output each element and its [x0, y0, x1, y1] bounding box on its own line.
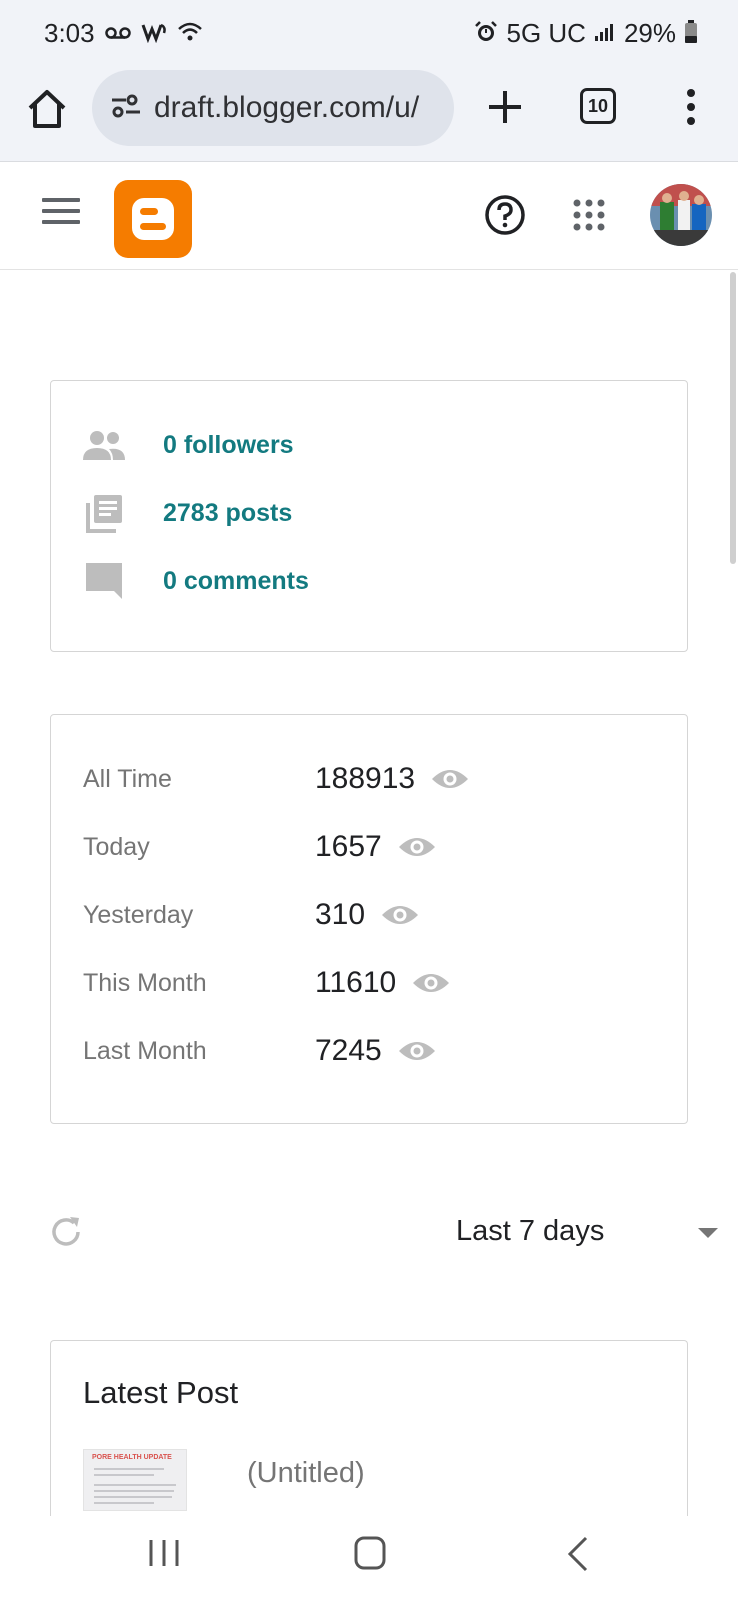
status-time: 3:03 — [44, 18, 95, 48]
stat-row-this-month: This Month 11610 — [83, 963, 663, 1003]
voicemail-icon — [104, 24, 131, 44]
pageviews-stats-card: All Time 188913 Today 1657 Yesterday 310… — [50, 714, 688, 1124]
posts-icon — [81, 493, 127, 533]
posts-row[interactable]: 2783 posts — [81, 493, 292, 533]
dropdown-caret-icon[interactable] — [698, 1228, 718, 1238]
blogger-logo[interactable] — [114, 180, 192, 258]
tab-count: 10 — [587, 95, 609, 116]
blogger-header — [0, 162, 738, 270]
blog-counts-card: 0 followers 2783 posts 0 comments — [50, 380, 688, 652]
address-bar[interactable]: draft.blogger.com/u/ — [92, 70, 454, 146]
status-left: 3:03 — [44, 18, 203, 49]
eye-icon — [398, 1042, 435, 1060]
account-avatar[interactable] — [650, 184, 712, 246]
menu-icon[interactable] — [42, 198, 80, 228]
stat-value: 1657 — [315, 830, 382, 863]
eye-icon — [432, 770, 469, 788]
google-apps-icon[interactable] — [572, 198, 606, 232]
eye-icon — [382, 906, 419, 924]
eye-icon — [413, 974, 450, 992]
posts-count[interactable]: 2783 posts — [163, 499, 292, 528]
thumbnail-caption: PORE HEALTH UPDATE — [92, 1454, 172, 1461]
stat-value: 7245 — [315, 1034, 382, 1067]
url-text[interactable]: draft.blogger.com/u/ — [154, 91, 419, 125]
recent-apps-icon[interactable] — [148, 1538, 180, 1568]
stat-label: This Month — [83, 968, 207, 997]
wifi-icon — [177, 21, 203, 47]
stat-row-all-time: All Time 188913 — [83, 759, 663, 799]
site-settings-icon[interactable] — [110, 92, 142, 125]
followers-row[interactable]: 0 followers — [81, 425, 294, 465]
latest-post-heading: Latest Post — [83, 1375, 239, 1410]
tab-switcher-button[interactable]: 10 — [580, 88, 616, 124]
signal-icon — [594, 22, 616, 46]
back-icon[interactable] — [566, 1536, 590, 1572]
comments-row[interactable]: 0 comments — [81, 561, 309, 601]
stat-row-today: Today 1657 — [83, 827, 663, 867]
stat-row-yesterday: Yesterday 310 — [83, 895, 663, 935]
stat-value: 188913 — [315, 762, 416, 795]
stat-value: 11610 — [315, 966, 397, 999]
nav-home-icon[interactable] — [354, 1536, 386, 1570]
system-navigation-bar — [0, 1516, 738, 1600]
eye-icon — [398, 838, 435, 856]
network-label: 5G UC — [506, 18, 586, 48]
people-icon — [81, 425, 127, 465]
comments-count[interactable]: 0 comments — [163, 567, 309, 596]
stat-label: Yesterday — [83, 900, 194, 929]
browser-toolbar: draft.blogger.com/u/ 10 — [0, 66, 738, 162]
post-thumbnail[interactable]: PORE HEALTH UPDATE — [83, 1449, 187, 1511]
followers-count[interactable]: 0 followers — [163, 431, 294, 460]
wifi-calling-icon — [141, 21, 167, 47]
page-scrollbar[interactable] — [730, 272, 736, 564]
stat-row-last-month: Last Month 7245 — [83, 1031, 663, 1071]
more-options-icon[interactable] — [676, 84, 706, 130]
help-icon[interactable] — [484, 194, 526, 236]
stat-label: All Time — [83, 764, 172, 793]
latest-post-title[interactable]: (Untitled) — [247, 1457, 365, 1490]
stat-label: Last Month — [83, 1036, 207, 1065]
comment-icon — [81, 561, 127, 601]
home-icon[interactable] — [24, 86, 70, 132]
status-right: 5G UC 29% — [474, 18, 698, 49]
date-range-dropdown[interactable]: Last 7 days — [456, 1208, 718, 1254]
refresh-icon[interactable] — [48, 1214, 84, 1250]
date-range-value[interactable]: Last 7 days — [456, 1215, 604, 1248]
battery-icon — [684, 19, 698, 48]
latest-post-card: Latest Post PORE HEALTH UPDATE (Untitled… — [50, 1340, 688, 1540]
status-bar: 3:03 5G UC 29% — [0, 0, 738, 66]
alarm-icon — [474, 20, 498, 48]
stat-value: 310 — [315, 898, 366, 931]
stat-label: Today — [83, 832, 150, 861]
battery-label: 29% — [623, 18, 676, 48]
new-tab-icon[interactable] — [482, 84, 528, 130]
